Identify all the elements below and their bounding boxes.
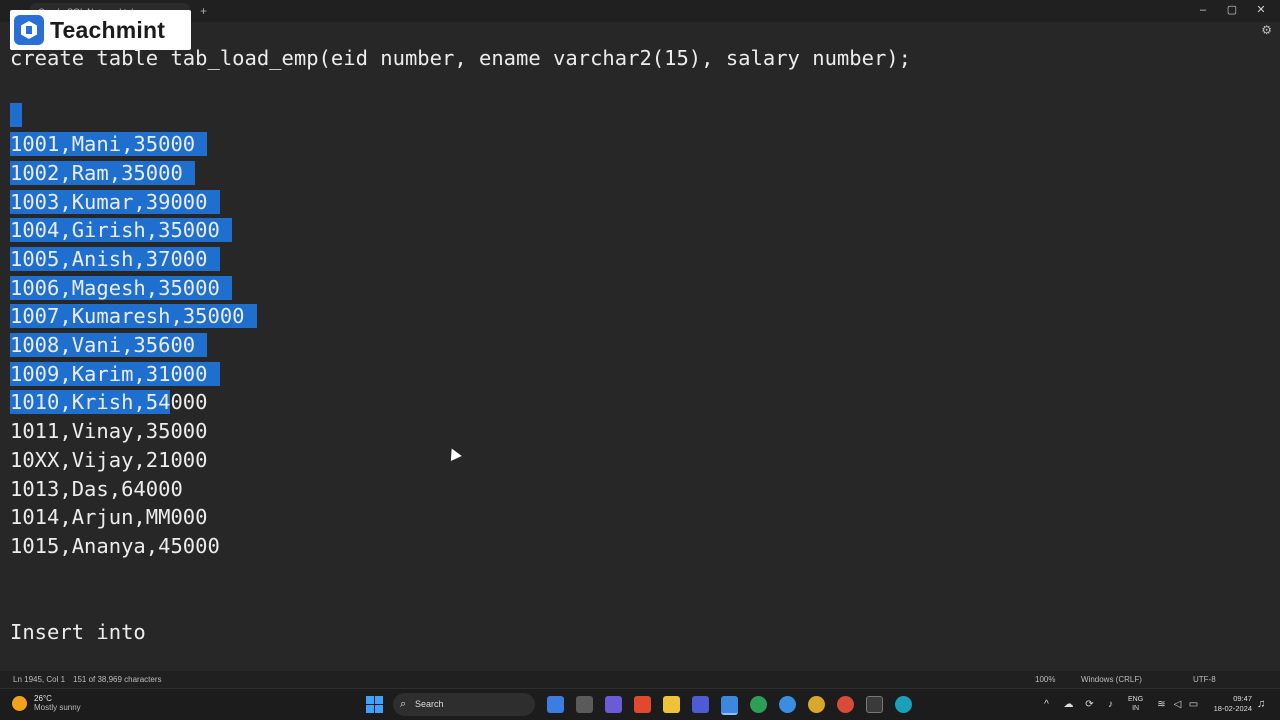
system-clock[interactable]: 09:47 18-02-2024: [1207, 694, 1252, 714]
editor-line: 1015,Ananya,45000: [10, 532, 220, 561]
line-text: 1013,Das,64000: [10, 476, 183, 501]
selected-text: 1004,Girish,35000: [10, 218, 233, 243]
editor-line: 1014,Arjun,MM000: [10, 503, 207, 532]
editor-line: 10XX,Vijay,21000: [10, 446, 207, 475]
selection-count: 151 of 38,969 characters: [73, 675, 162, 684]
windows-start-icon[interactable]: [366, 696, 383, 713]
text-editor[interactable]: create table tab_load_emp(eid number, en…: [10, 44, 1270, 664]
editor-line: create table tab_load_emp(eid number, en…: [10, 44, 911, 73]
wifi-icon[interactable]: ≋: [1156, 699, 1167, 710]
logo-text: Teachmint: [50, 16, 166, 43]
line-text: 1015,Ananya,45000: [10, 533, 220, 558]
zoom-level[interactable]: 100%: [1035, 671, 1055, 688]
editor-line: 1002,Ram,35000: [10, 159, 196, 188]
selected-text: 1010,Krish,54: [10, 390, 171, 415]
line-text-rest: 000: [170, 390, 208, 415]
new-tab-button[interactable]: +: [200, 3, 207, 19]
status-bar: Ln 1945, Col 1 151 of 38,969 characters …: [0, 671, 1280, 688]
line-endings[interactable]: Windows (CRLF): [1081, 671, 1142, 688]
selected-text: 1001,Mani,35000: [10, 132, 208, 157]
selected-text: 1002,Ram,35000: [10, 160, 196, 185]
taskbar: 26°C Mostly sunny ⌕ Search ^ ☁ ⟳ ♪ ENG I…: [0, 688, 1280, 720]
line-text: 1014,Arjun,MM000: [10, 505, 208, 530]
editor-line: [10, 101, 23, 130]
battery-icon[interactable]: ▭: [1188, 699, 1199, 710]
line-text: Insert into: [10, 620, 146, 644]
line-text: 1011,Vinay,35000: [10, 419, 208, 444]
selected-text: [10, 103, 23, 128]
gear-icon[interactable]: ⚙: [1261, 23, 1272, 37]
selected-text: 1008,Vani,35600: [10, 333, 208, 357]
sun-icon: [12, 695, 27, 711]
editor-line: 1011,Vinay,35000: [10, 417, 207, 446]
teams-icon[interactable]: [605, 696, 622, 713]
language-code: ENG: [1128, 696, 1144, 703]
notepad-icon[interactable]: [721, 696, 738, 715]
volume-icon[interactable]: ◁: [1172, 699, 1183, 710]
sync-icon[interactable]: ⟳: [1084, 699, 1095, 710]
window-title-bar: Oracle SQL Notepad tab + – ▢ ✕: [0, 0, 1280, 22]
selected-text: 1009,Karim,31000: [10, 361, 220, 386]
terminal-icon[interactable]: [866, 696, 883, 713]
selected-text: 1003,Kumar,39000: [10, 189, 220, 214]
onedrive-icon[interactable]: ☁: [1063, 699, 1074, 710]
wps-office-icon[interactable]: [634, 696, 651, 713]
editor-line: 1005,Anish,37000: [10, 245, 220, 274]
editor-line: 1003,Kumar,39000: [10, 188, 220, 217]
copilot-icon[interactable]: [547, 696, 564, 713]
cursor-position: Ln 1945, Col 1: [13, 675, 66, 684]
minimize-button[interactable]: –: [1188, 2, 1218, 18]
chrome-alt-icon[interactable]: [808, 696, 825, 713]
editor-line: 1008,Vani,35600: [10, 331, 208, 360]
search-icon: ⌕: [400, 698, 407, 710]
clock-time: 09:47: [1233, 694, 1252, 703]
google-chrome-icon[interactable]: [837, 696, 854, 713]
clock-date: 18-02-2024: [1213, 704, 1252, 713]
selected-text: 1005,Anish,37000: [10, 246, 220, 271]
selected-text: 1007,Kumaresh,35000: [10, 304, 257, 329]
line-text: 10XX,Vijay,21000: [10, 447, 208, 472]
teams-work-icon[interactable]: [692, 696, 709, 713]
task-view-icon[interactable]: [576, 696, 593, 713]
editor-line: Insert into: [10, 618, 146, 647]
search-label: Search: [415, 699, 444, 709]
region-code: IN: [1132, 705, 1140, 712]
edge-icon[interactable]: [895, 696, 912, 713]
language-indicator[interactable]: ENG IN: [1128, 695, 1143, 713]
menu-bar: [0, 22, 1280, 42]
chrome-profile-icon[interactable]: [779, 696, 796, 713]
encoding[interactable]: UTF-8: [1193, 671, 1216, 688]
editor-line: 1004,Girish,35000: [10, 216, 233, 245]
line-text: create table tab_load_emp(eid number, en…: [10, 46, 911, 70]
teachmint-logo-icon: [14, 15, 44, 45]
editor-line: 1006,Magesh,35000: [10, 274, 233, 303]
weather-widget[interactable]: 26°C Mostly sunny: [12, 694, 81, 712]
weather-condition: Mostly sunny: [34, 703, 81, 712]
editor-line: 1010,Krish,54000: [10, 388, 207, 417]
notification-bell-icon[interactable]: ♫: [1257, 698, 1265, 710]
microphone-icon[interactable]: ♪: [1105, 699, 1116, 710]
taskbar-search[interactable]: ⌕ Search: [393, 693, 535, 716]
editor-line: 1001,Mani,35000: [10, 130, 208, 159]
editor-line: 1013,Das,64000: [10, 475, 183, 504]
chevron-up-icon[interactable]: ^: [1041, 699, 1052, 710]
editor-line: 1007,Kumaresh,35000: [10, 302, 257, 331]
file-explorer-icon[interactable]: [663, 696, 680, 713]
editor-line: 1009,Karim,31000: [10, 360, 220, 389]
selected-text: 1006,Magesh,35000: [10, 275, 233, 300]
temperature: 26°C: [34, 694, 52, 703]
chrome-icon[interactable]: [750, 696, 767, 713]
close-button[interactable]: ✕: [1246, 2, 1276, 18]
maximize-button[interactable]: ▢: [1217, 2, 1247, 18]
